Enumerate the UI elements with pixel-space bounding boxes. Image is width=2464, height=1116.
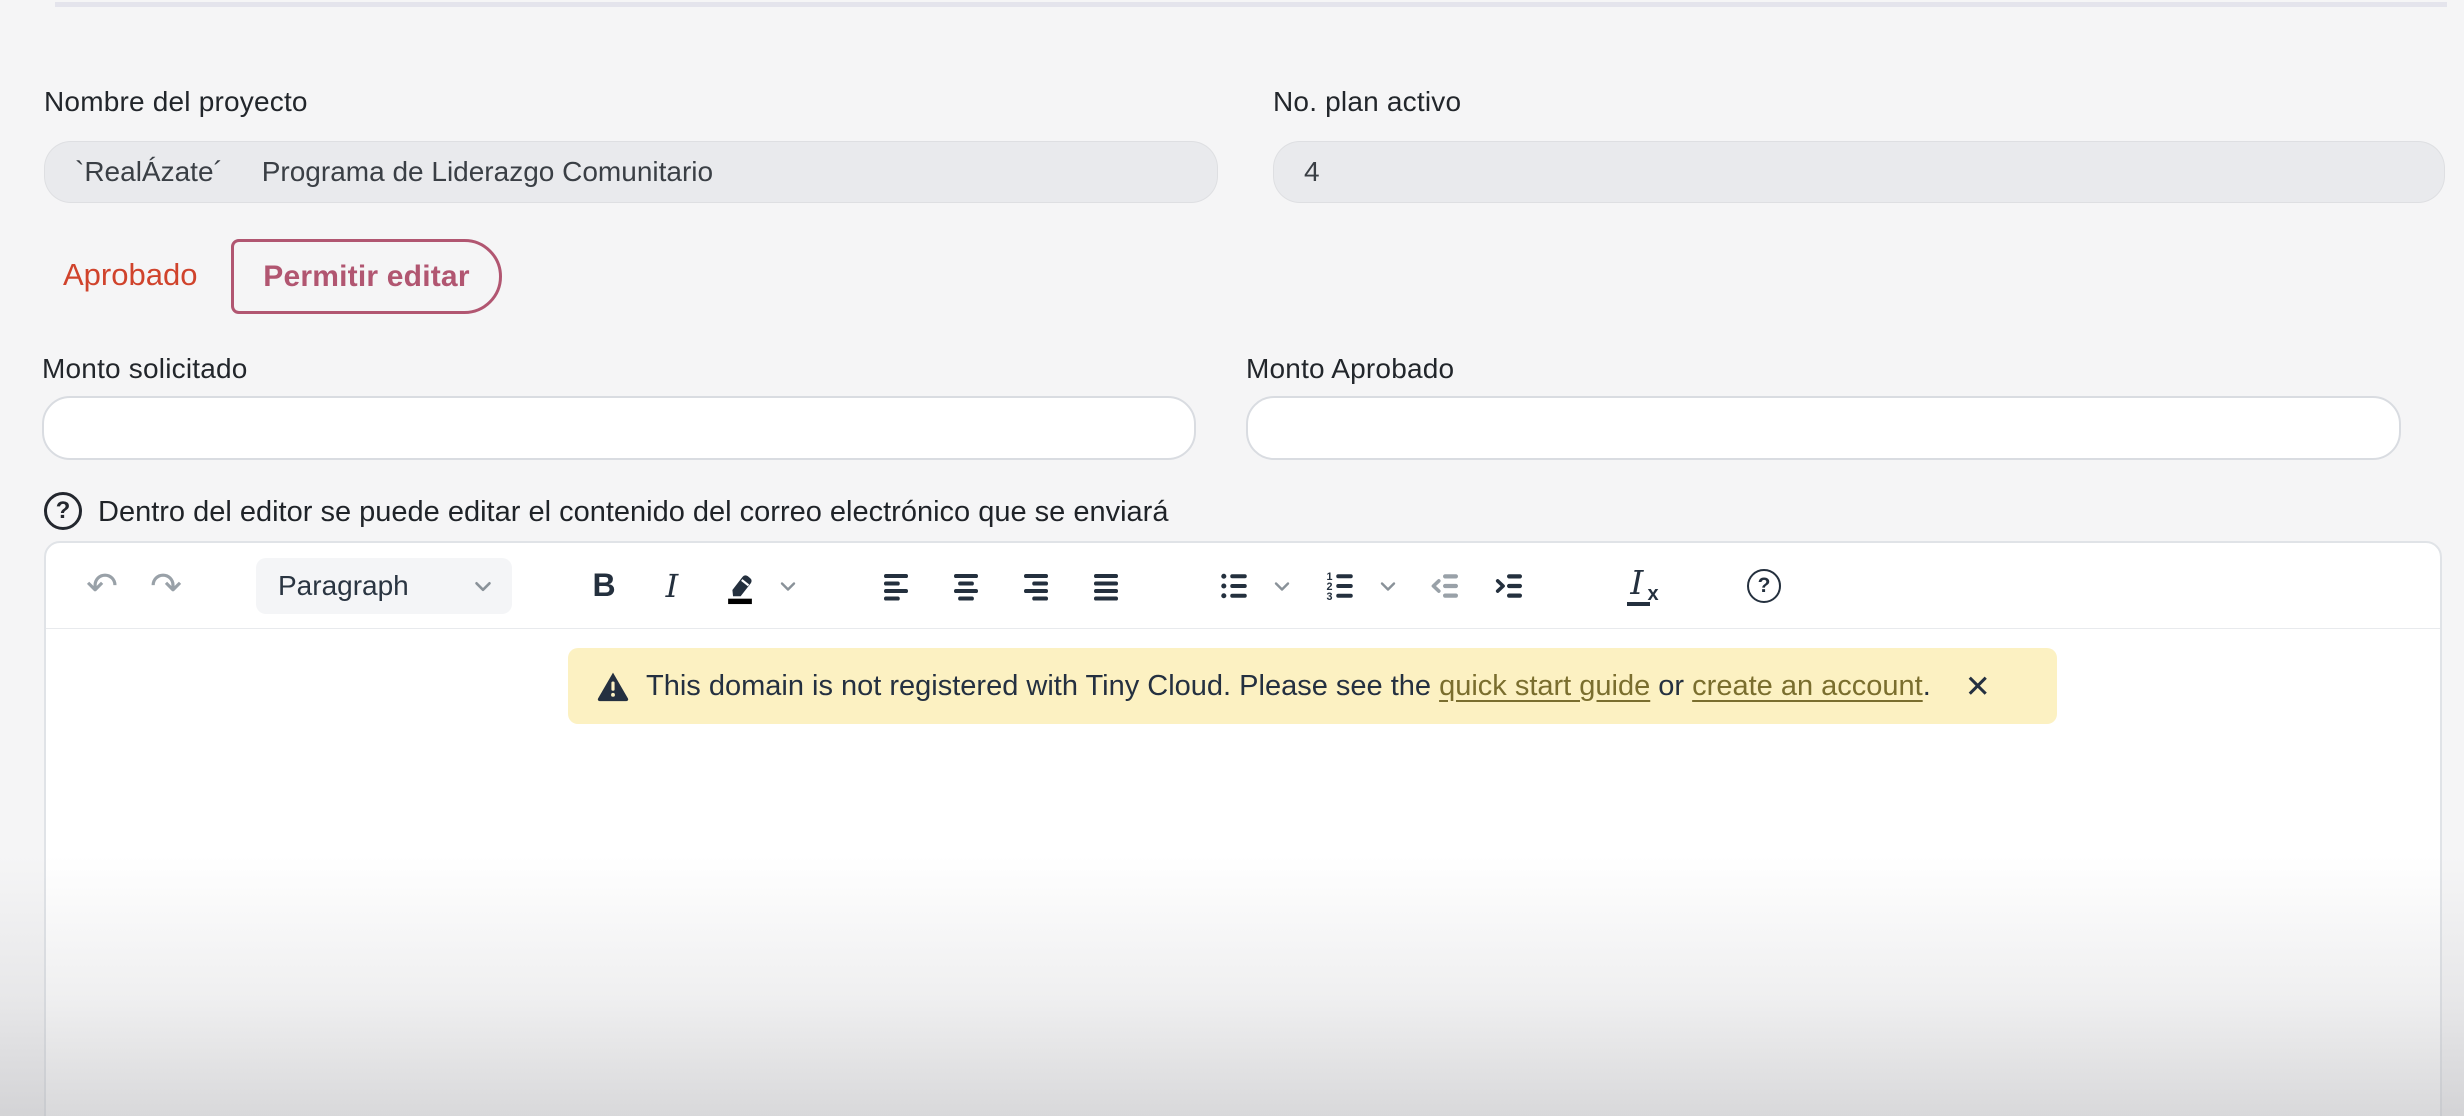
numbered-list-menu-button[interactable] <box>1368 558 1408 614</box>
allow-edit-button[interactable]: Permitir editar <box>231 239 502 314</box>
chevron-down-icon <box>776 574 800 598</box>
background-color-menu-button[interactable] <box>768 558 808 614</box>
page: Nombre del proyecto No. plan activo `Rea… <box>0 0 2464 1116</box>
highlighter-icon <box>721 567 759 605</box>
create-account-link[interactable]: create an account <box>1692 670 1923 702</box>
align-center-button[interactable] <box>938 558 994 614</box>
amount-requested-label: Monto solicitado <box>42 353 248 385</box>
align-justify-button[interactable] <box>1078 558 1134 614</box>
italic-button[interactable]: I <box>644 558 700 614</box>
project-name-field: `RealÁzate´ Programa de Liderazgo Comuni… <box>44 141 1218 203</box>
bullet-list-button[interactable] <box>1206 558 1262 614</box>
bullet-list-menu-button[interactable] <box>1262 558 1302 614</box>
indent-icon <box>1492 568 1528 604</box>
indent-button[interactable] <box>1482 558 1538 614</box>
notification-text: This domain is not registered with Tiny … <box>646 670 1931 703</box>
align-justify-icon <box>1088 568 1124 604</box>
editor-content-area[interactable]: This domain is not registered with Tiny … <box>46 629 2440 1116</box>
amount-approved-field[interactable] <box>1246 396 2401 460</box>
tiny-cloud-notification: This domain is not registered with Tiny … <box>568 648 2057 724</box>
align-center-icon <box>948 568 984 604</box>
clear-formatting-icon: Ix <box>1627 566 1658 606</box>
align-left-icon <box>878 568 914 604</box>
amount-approved-label: Monto Aprobado <box>1246 353 1454 385</box>
editor-hint-text: Dentro del editor se puede editar el con… <box>98 496 1168 529</box>
clear-formatting-button[interactable]: Ix <box>1608 558 1678 614</box>
project-name-value: `RealÁzate´ Programa de Liderazgo Comuni… <box>75 156 713 188</box>
paragraph-format-label: Paragraph <box>278 570 470 602</box>
undo-button[interactable]: ↶ <box>74 558 130 614</box>
redo-icon: ↷ <box>150 567 182 605</box>
rich-text-editor: ↶ ↷ Paragraph B I <box>44 541 2442 1116</box>
redo-button[interactable]: ↷ <box>138 558 194 614</box>
active-plan-value: 4 <box>1304 156 1320 188</box>
status-badge: Aprobado <box>63 257 197 293</box>
chevron-down-icon <box>470 573 496 599</box>
editor-toolbar: ↶ ↷ Paragraph B I <box>46 543 2440 629</box>
project-name-label: Nombre del proyecto <box>44 86 308 118</box>
undo-icon: ↶ <box>86 567 118 605</box>
bold-icon: B <box>592 567 615 604</box>
amount-requested-field[interactable] <box>42 396 1196 460</box>
help-icon: ? <box>1747 569 1781 603</box>
background-color-button[interactable] <box>712 558 768 614</box>
help-circle-icon: ? <box>44 492 82 530</box>
warning-triangle-icon <box>596 670 630 702</box>
svg-text:3: 3 <box>1327 590 1333 602</box>
paragraph-format-select[interactable]: Paragraph <box>256 558 512 614</box>
outdent-button[interactable] <box>1418 558 1474 614</box>
italic-icon: I <box>666 567 679 605</box>
active-plan-field: 4 <box>1273 141 2445 203</box>
bold-button[interactable]: B <box>576 558 632 614</box>
chevron-down-icon <box>1270 574 1294 598</box>
numbered-list-button[interactable]: 1 2 3 <box>1312 558 1368 614</box>
active-plan-label: No. plan activo <box>1273 86 1461 118</box>
help-button[interactable]: ? <box>1736 558 1792 614</box>
bullet-list-icon <box>1216 568 1252 604</box>
quick-start-guide-link[interactable]: quick start guide <box>1439 670 1650 702</box>
chevron-down-icon <box>1376 574 1400 598</box>
align-left-button[interactable] <box>868 558 924 614</box>
outdent-icon <box>1428 568 1464 604</box>
numbered-list-icon: 1 2 3 <box>1322 568 1358 604</box>
align-right-icon <box>1018 568 1054 604</box>
top-divider <box>55 2 2447 7</box>
close-icon[interactable]: ✕ <box>1965 671 1991 702</box>
align-right-button[interactable] <box>1008 558 1064 614</box>
